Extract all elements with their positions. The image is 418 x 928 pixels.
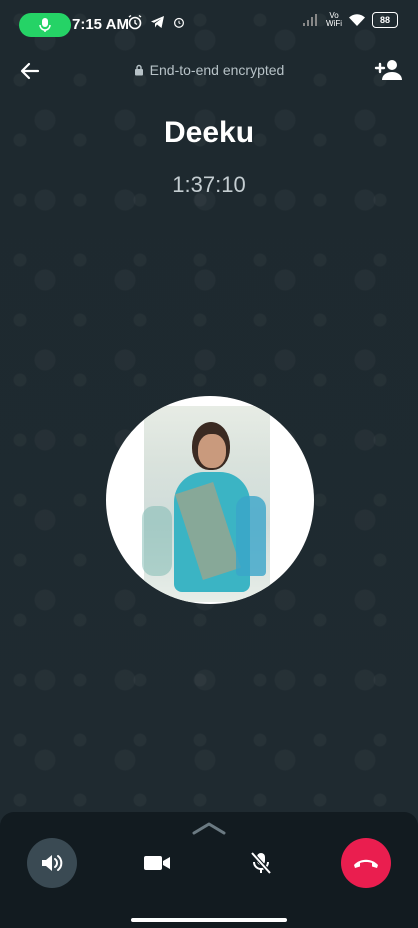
- status-bar: 7:15 AM Vo WiFi 88: [0, 0, 418, 48]
- vowifi-label: Vo WiFi: [326, 11, 342, 28]
- signal-icon: [303, 14, 317, 26]
- speaker-icon: [42, 855, 63, 871]
- lock-icon: [134, 64, 143, 76]
- wifi-icon: [349, 14, 365, 26]
- alarm-icon: [128, 14, 142, 30]
- add-participant-icon[interactable]: [374, 56, 404, 84]
- active-call-mic-indicator[interactable]: [19, 13, 71, 37]
- call-header: End-to-end encrypted: [0, 54, 418, 86]
- hang-up-icon: [354, 859, 378, 868]
- contact-avatar: [106, 396, 314, 604]
- speaker-button[interactable]: [27, 838, 77, 888]
- encryption-notice: End-to-end encrypted: [0, 62, 418, 78]
- video-button[interactable]: [132, 838, 182, 888]
- encryption-text: End-to-end encrypted: [149, 62, 285, 78]
- chevron-up-icon[interactable]: [191, 820, 227, 836]
- mute-button[interactable]: [236, 838, 286, 888]
- home-indicator[interactable]: [131, 918, 287, 922]
- call-controls-panel: [0, 812, 418, 928]
- battery-indicator: 88: [372, 12, 398, 28]
- contact-photo: [142, 406, 270, 602]
- alarm-small-icon: [174, 17, 184, 28]
- contact-name: Deeku: [163, 116, 255, 149]
- status-time: 7:15 AM: [72, 16, 129, 33]
- microphone-off-icon: [250, 851, 272, 875]
- end-call-button[interactable]: [341, 838, 391, 888]
- microphone-icon: [39, 18, 51, 32]
- call-duration: 1:37:10: [172, 172, 246, 197]
- video-camera-icon: [144, 856, 170, 870]
- telegram-icon: [151, 16, 164, 28]
